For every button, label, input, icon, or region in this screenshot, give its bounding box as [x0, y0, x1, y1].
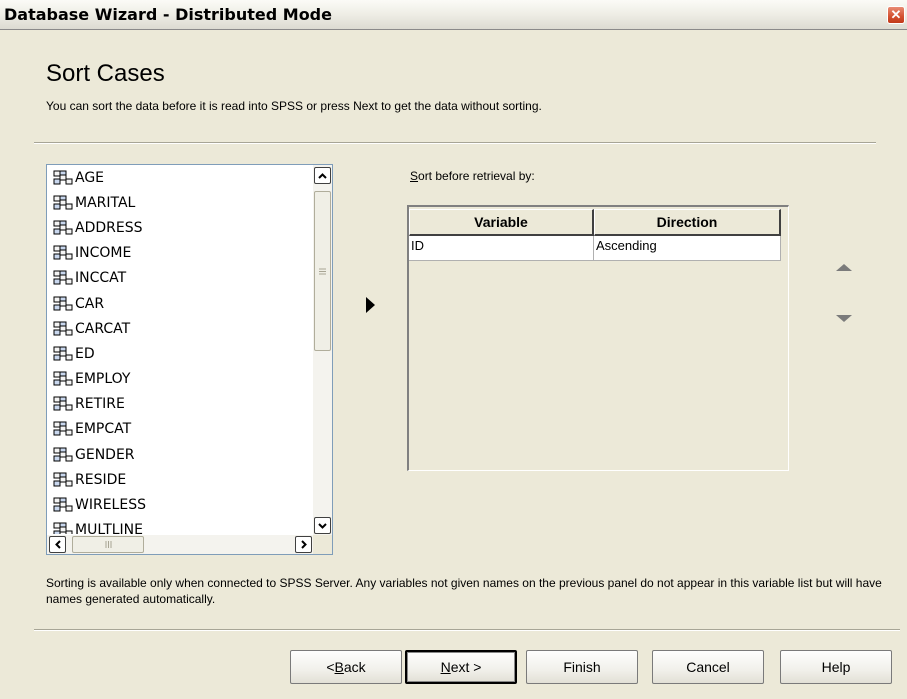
- variable-name: GENDER: [75, 446, 135, 463]
- page-title: Sort Cases: [46, 60, 165, 87]
- variable-list-item[interactable]: GENDER: [47, 442, 312, 467]
- variable-name: ED: [75, 345, 95, 362]
- nominal-variable-icon: [53, 195, 73, 210]
- chevron-up-icon: [318, 172, 327, 179]
- variable-name: WIRELESS: [75, 497, 146, 514]
- nominal-variable-icon: [53, 371, 73, 386]
- sort-cell-variable[interactable]: ID: [409, 236, 594, 261]
- nominal-variable-icon: [53, 472, 73, 487]
- variable-list-item[interactable]: ADDRESS: [47, 215, 312, 240]
- nominal-variable-icon: [53, 220, 73, 235]
- back-button[interactable]: < Back: [290, 650, 402, 684]
- nominal-variable-icon: [53, 447, 73, 462]
- scroll-down-button[interactable]: [314, 517, 331, 534]
- nominal-variable-icon: [53, 346, 73, 361]
- grip-icon: [105, 541, 111, 548]
- variable-name: EMPLOY: [75, 371, 131, 388]
- horizontal-scrollbar[interactable]: [47, 535, 313, 554]
- variable-name: AGE: [75, 169, 105, 186]
- vertical-scrollbar[interactable]: [313, 165, 332, 535]
- nominal-variable-icon: [53, 245, 73, 260]
- move-up-icon[interactable]: [836, 264, 852, 271]
- sort-cell-direction[interactable]: Ascending: [594, 236, 781, 261]
- variable-list-item[interactable]: AGE: [47, 165, 312, 190]
- variable-list[interactable]: AGE MARITAL ADDRESS INCOME INCCAT CAR CARCAT ED…: [46, 164, 333, 555]
- variable-list-item[interactable]: MULTLINE: [47, 518, 312, 534]
- variable-name: RETIRE: [75, 396, 125, 413]
- variable-name: ADDRESS: [75, 219, 143, 236]
- info-note: Sorting is available only when connected…: [46, 576, 882, 606]
- sort-grid[interactable]: Variable Direction ID Ascending: [407, 205, 789, 471]
- column-header-variable[interactable]: Variable: [409, 209, 594, 236]
- nominal-variable-icon: [53, 170, 73, 185]
- chevron-down-icon: [318, 522, 327, 529]
- nominal-variable-icon: [53, 396, 73, 411]
- close-icon: ✕: [890, 7, 902, 22]
- nominal-variable-icon: [53, 497, 73, 512]
- help-button[interactable]: Help: [780, 650, 892, 684]
- variable-list-item[interactable]: ED: [47, 341, 312, 366]
- variable-list-item[interactable]: INCCAT: [47, 266, 312, 291]
- vertical-scroll-thumb[interactable]: [314, 191, 331, 351]
- variable-name: INCOME: [75, 245, 132, 262]
- nominal-variable-icon: [53, 270, 73, 285]
- variable-name: MULTLINE: [75, 522, 143, 534]
- variable-list-item[interactable]: CAR: [47, 291, 312, 316]
- cancel-button[interactable]: Cancel: [652, 650, 764, 684]
- variable-name: CAR: [75, 295, 105, 312]
- scrollbar-corner: [313, 535, 332, 554]
- variable-name: MARITAL: [75, 194, 136, 211]
- variable-list-item[interactable]: CARCAT: [47, 316, 312, 341]
- chevron-left-icon: [54, 540, 61, 549]
- page-subtitle: You can sort the data before it is read …: [46, 99, 542, 113]
- variable-name: RESIDE: [75, 471, 127, 488]
- scroll-right-button[interactable]: [295, 536, 312, 553]
- variable-name: EMPCAT: [75, 421, 132, 438]
- nominal-variable-icon: [53, 522, 73, 534]
- variable-list-items: AGE MARITAL ADDRESS INCOME INCCAT CAR CARCAT ED…: [47, 165, 312, 534]
- variable-list-item[interactable]: EMPCAT: [47, 417, 312, 442]
- scroll-up-button[interactable]: [314, 167, 331, 184]
- finish-button[interactable]: Finish: [526, 650, 638, 684]
- chevron-right-icon: [300, 540, 307, 549]
- next-button[interactable]: Next >: [405, 650, 517, 684]
- column-header-direction[interactable]: Direction: [594, 209, 781, 236]
- scroll-left-button[interactable]: [49, 536, 66, 553]
- variable-list-item[interactable]: RETIRE: [47, 392, 312, 417]
- move-down-icon[interactable]: [836, 315, 852, 322]
- sort-list-label: Sort before retrieval by:: [410, 169, 535, 183]
- variable-list-item[interactable]: WIRELESS: [47, 492, 312, 517]
- move-right-icon[interactable]: [365, 295, 377, 315]
- variable-list-item[interactable]: INCOME: [47, 241, 312, 266]
- close-button[interactable]: ✕: [887, 6, 905, 24]
- nominal-variable-icon: [53, 321, 73, 336]
- variable-list-item[interactable]: EMPLOY: [47, 367, 312, 392]
- header-divider: [34, 142, 876, 144]
- horizontal-scroll-thumb[interactable]: [72, 536, 144, 553]
- grip-icon: [319, 268, 326, 274]
- nominal-variable-icon: [53, 296, 73, 311]
- window-title: Database Wizard - Distributed Mode: [4, 5, 332, 24]
- variable-name: CARCAT: [75, 320, 131, 337]
- variable-list-item[interactable]: RESIDE: [47, 467, 312, 492]
- footer-divider: [34, 629, 900, 631]
- variable-list-item[interactable]: MARITAL: [47, 190, 312, 215]
- variable-name: INCCAT: [75, 270, 127, 287]
- nominal-variable-icon: [53, 421, 73, 436]
- title-bar: Database Wizard - Distributed Mode ✕: [0, 0, 907, 30]
